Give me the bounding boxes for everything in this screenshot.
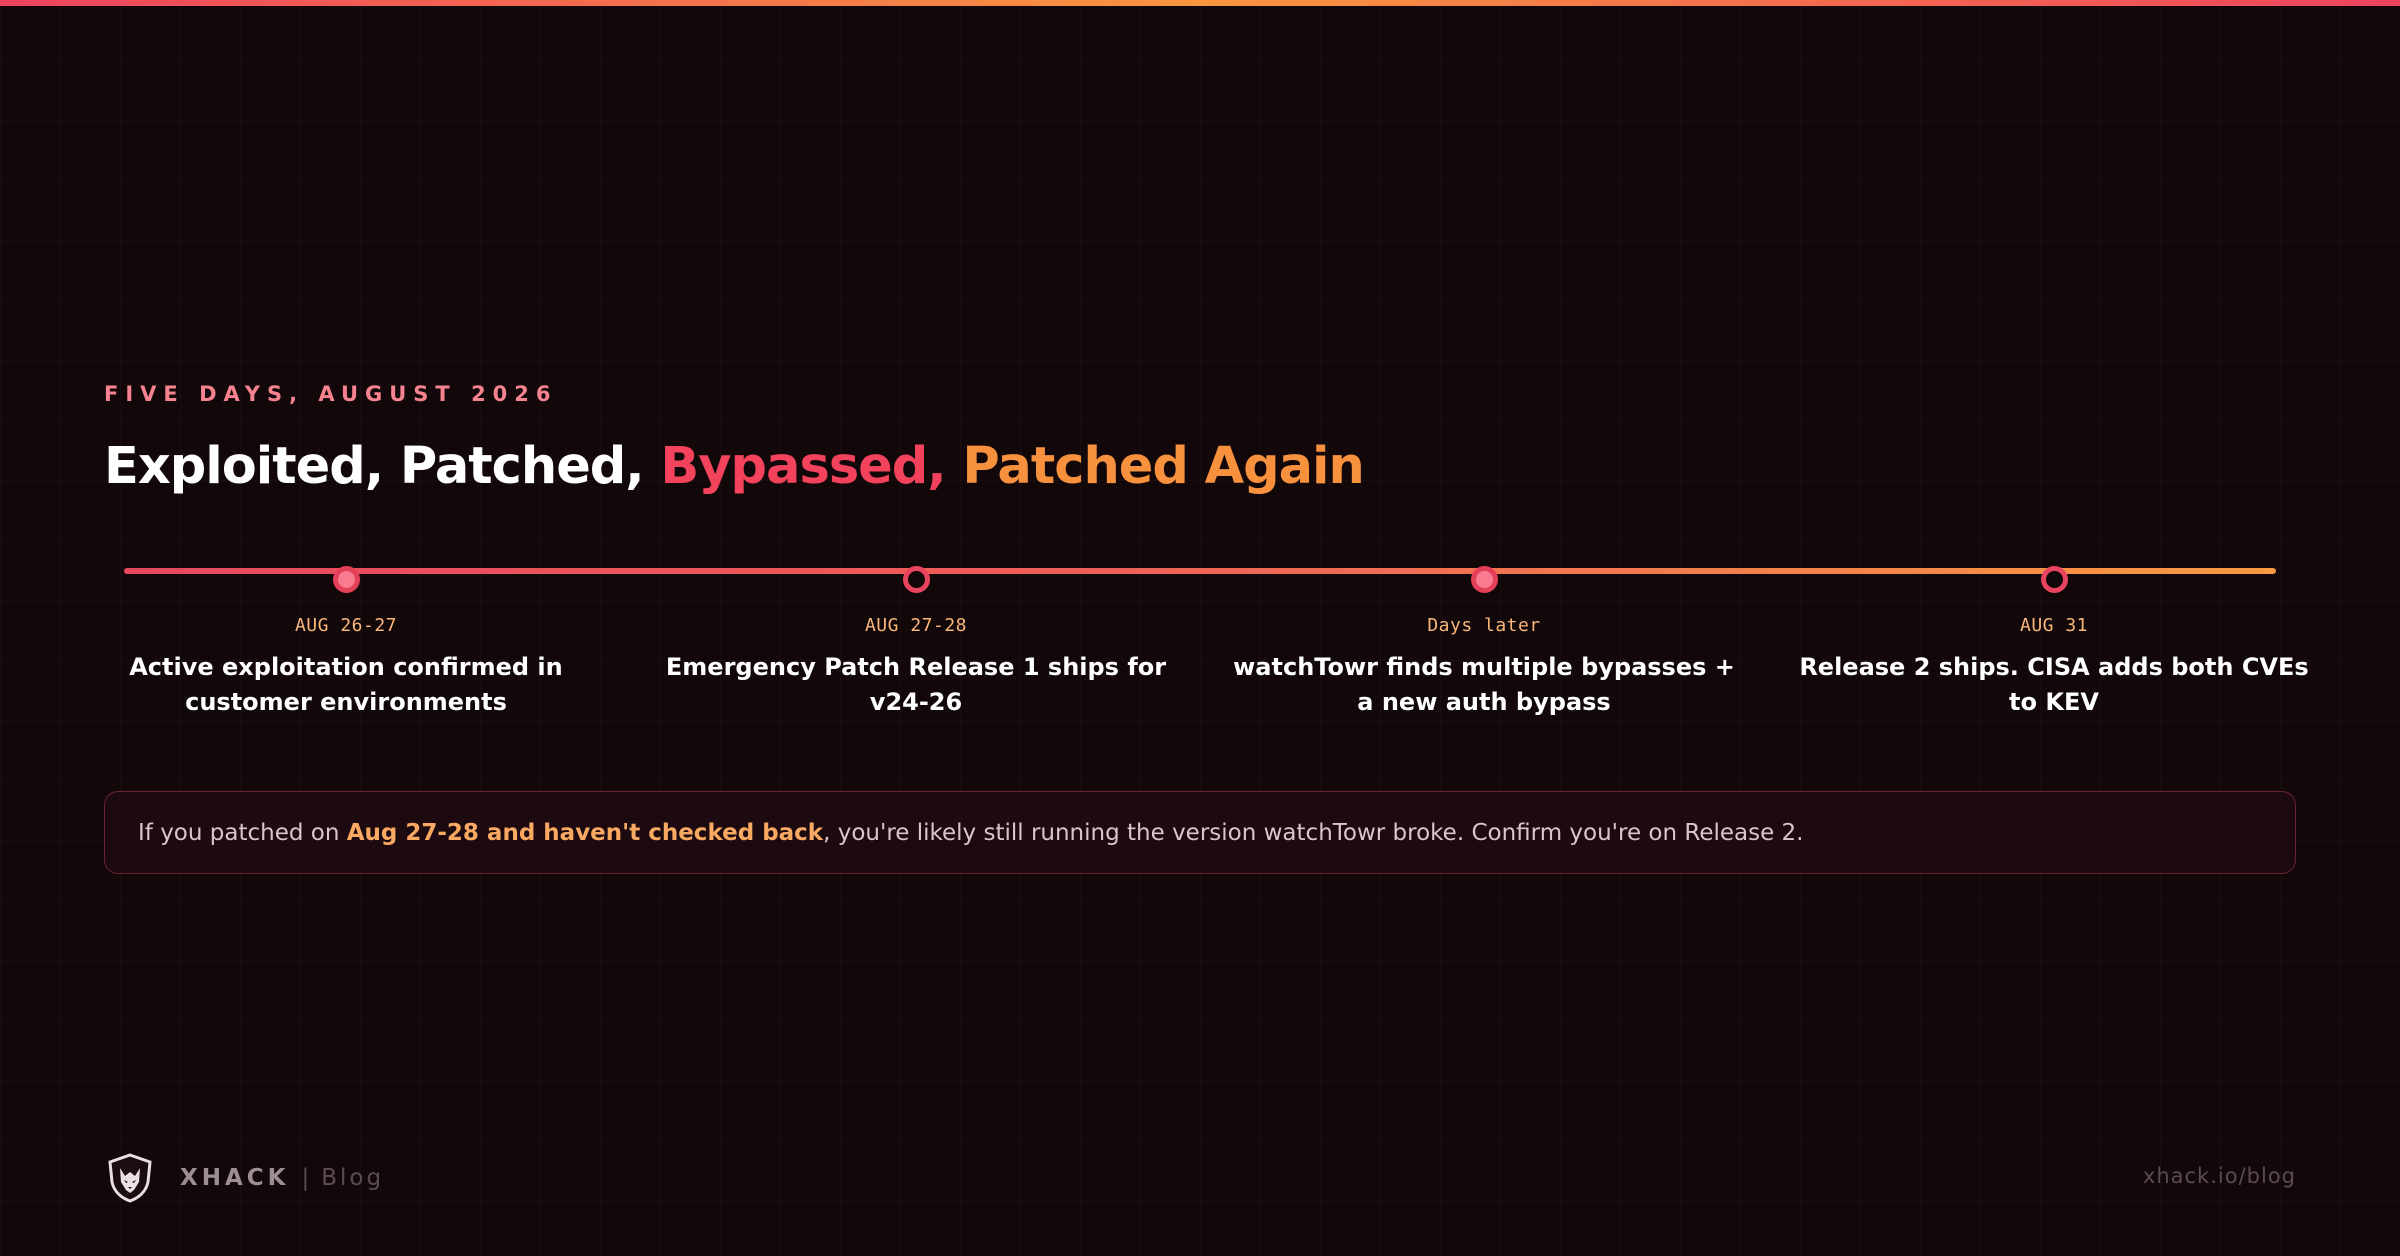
timeline-date: Days later [1427,615,1541,636]
timeline-dot [332,566,360,593]
brand-separator: | [301,1165,310,1191]
warning-callout: If you patched on Aug 27-28 and haven't … [104,791,2296,874]
top-accent-bar [0,0,2400,6]
title-part-patched-again: Patched Again [962,437,1364,496]
callout-suffix: , you're likely still running the versio… [823,819,1804,846]
timeline-item: AUG 26-27 Active exploitation confirmed … [86,566,606,720]
page-title: Exploited, Patched, Bypassed, Patched Ag… [104,432,1365,502]
timeline-item: Days later watchTowr finds multiple bypa… [1224,566,1744,720]
timeline-date: AUG 31 [2019,615,2089,636]
eyebrow-label: FIVE DAYS, AUGUST 2026 [104,382,558,406]
title-part-exploited-patched: Exploited, Patched, [104,437,661,496]
timeline-description: Active exploitation confirmed in custome… [129,653,563,716]
footer-brand[interactable]: XHACK | Blog [104,1152,384,1204]
timeline-item: AUG 31 Release 2 ships. CISA adds both C… [1794,566,2314,720]
timeline-date: AUG 26-27 [294,615,398,636]
timeline-date: AUG 27-28 [864,615,968,636]
brand-section: Blog [321,1165,385,1191]
wolf-shield-icon [104,1152,156,1204]
timeline-description: watchTowr finds multiple bypasses + a ne… [1233,653,1735,716]
timeline-dot [902,566,930,593]
callout-highlight: Aug 27-28 and haven't checked back [346,819,824,846]
footer-url-link[interactable]: xhack.io/blog [2143,1164,2296,1188]
title-part-bypassed: Bypassed, [660,437,963,496]
timeline-item: AUG 27-28 Emergency Patch Release 1 ship… [656,566,1176,720]
callout-prefix: If you patched on [138,819,347,846]
brand-name: XHACK [180,1165,290,1191]
timeline-description: Release 2 ships. CISA adds both CVEs to … [1799,653,2309,716]
timeline-dot [1470,566,1498,593]
timeline-description: Emergency Patch Release 1 ships for v24-… [665,653,1167,716]
timeline-dot [2040,566,2068,593]
